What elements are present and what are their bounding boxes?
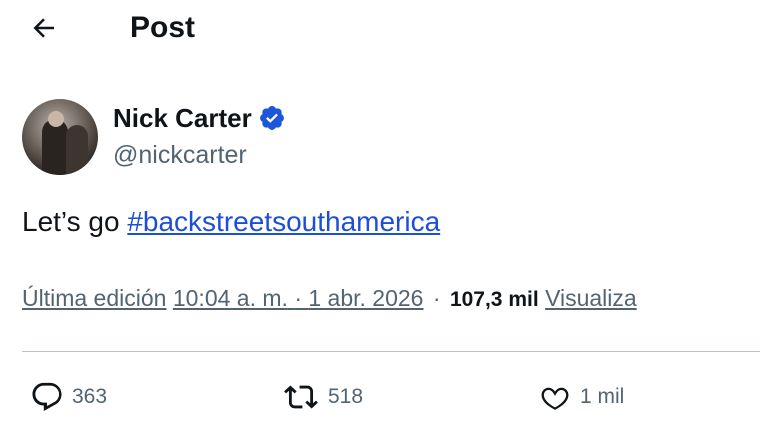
like-button[interactable]: 1 mil [538,372,624,422]
post-time: 10:04 a. m. [172,285,288,311]
verified-badge-icon [259,106,284,130]
post-header: Post [0,0,760,60]
author-handle[interactable]: @nickcarter [113,140,247,170]
post-text-prefix: Let’s go [22,206,128,237]
reply-button[interactable]: 363 [30,372,107,422]
reply-icon [32,382,62,411]
action-bar: 363 518 1 mil [0,372,760,422]
meta-dot: · [294,285,302,311]
author-display-name[interactable]: Nick Carter [113,103,252,133]
arrow-left-icon [33,18,54,38]
back-button[interactable] [26,10,62,46]
divider [22,351,760,352]
meta-separator: · [432,285,441,311]
post-text: Let’s go #backstreetsouthamerica [22,205,440,239]
edited-label-link[interactable]: Última edición [22,285,166,311]
author-name-row[interactable]: Nick Carter [113,103,286,133]
repost-button[interactable]: 518 [282,372,363,422]
views-count: 107,3 mil [449,288,539,311]
like-count: 1 mil [580,385,625,408]
avatar[interactable] [22,99,98,175]
reply-count: 363 [72,385,108,408]
post-date: 1 abr. 2026 [308,285,424,311]
hashtag-link[interactable]: #backstreetsouthamerica [127,206,440,237]
page-title: Post [130,11,196,44]
post-meta: Última edición 10:04 a. m. · 1 abr. 2026… [22,283,760,315]
repost-count: 518 [328,385,364,408]
heart-icon [541,387,569,410]
views-label-link[interactable]: Visualiza [545,285,637,311]
repost-icon [284,385,318,409]
timestamp-link[interactable]: 10:04 a. m. · 1 abr. 2026 [173,285,424,311]
